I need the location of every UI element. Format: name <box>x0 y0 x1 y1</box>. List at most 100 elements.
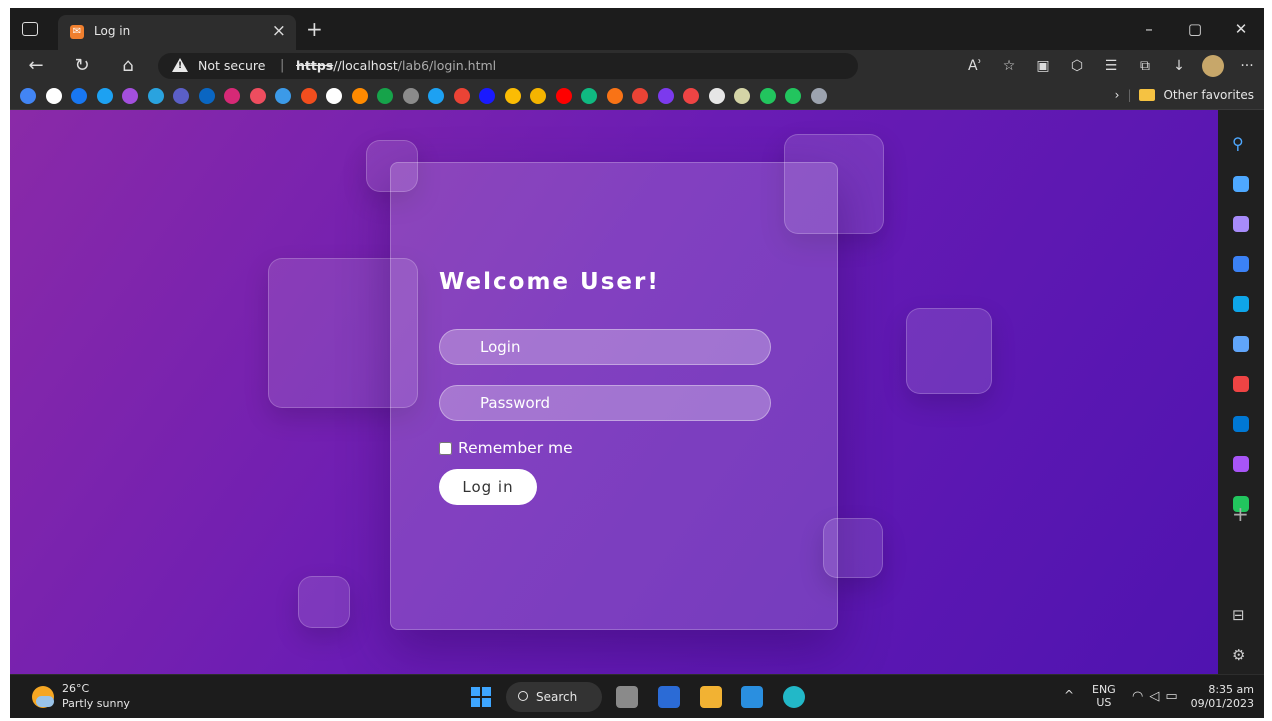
favorite-link-icon[interactable] <box>300 88 317 104</box>
other-favorites-link[interactable]: Other favorites <box>1163 88 1254 102</box>
sidebar-app-icon[interactable] <box>1233 416 1249 432</box>
sidebar-app-icon[interactable] <box>1233 376 1249 392</box>
favorite-link-icon[interactable] <box>530 88 546 104</box>
chevron-right-icon[interactable]: › <box>1115 88 1120 102</box>
favorite-link-icon[interactable] <box>453 88 470 104</box>
file-explorer-icon[interactable] <box>700 686 722 708</box>
favorite-link-icon[interactable] <box>581 88 597 104</box>
profile-avatar[interactable] <box>1202 55 1224 77</box>
favorite-link-icon[interactable] <box>122 88 138 104</box>
sidebar-app-icon[interactable] <box>1233 336 1249 352</box>
url-host: //localhost <box>333 58 398 73</box>
hide-sidebar-icon[interactable]: ⊟ <box>1232 606 1245 624</box>
login-page: Welcome User! Remember me Log in <box>10 110 1218 674</box>
volume-icon[interactable]: ◁ <box>1149 689 1165 704</box>
language-region: US <box>1096 696 1112 709</box>
favorite-link-icon[interactable] <box>479 88 495 104</box>
favorite-link-icon[interactable] <box>249 88 266 104</box>
favorite-link-icon[interactable] <box>555 88 572 104</box>
folder-icon[interactable] <box>1139 89 1156 101</box>
login-button[interactable]: Log in <box>439 469 537 505</box>
password-input[interactable] <box>439 385 771 421</box>
favorite-link-icon[interactable] <box>402 88 419 104</box>
edge-icon[interactable] <box>783 686 805 708</box>
favorite-link-icon[interactable] <box>351 88 368 104</box>
remember-checkbox[interactable] <box>439 441 452 455</box>
favorite-link-icon[interactable] <box>173 88 189 104</box>
favorite-link-icon[interactable] <box>20 88 36 104</box>
sidebar-app-icon[interactable] <box>1233 216 1249 232</box>
taskbar-search[interactable]: Search <box>506 682 602 712</box>
sidebar-app-icon[interactable] <box>1233 456 1249 472</box>
weather-icon[interactable] <box>32 686 54 708</box>
clock[interactable]: 8:35 am 09/01/2023 <box>1191 683 1254 711</box>
favorite-link-icon[interactable] <box>147 88 164 104</box>
warning-icon[interactable] <box>172 58 188 72</box>
address-bar[interactable]: Not secure | https//localhost/lab6/login… <box>158 53 858 79</box>
home-icon[interactable]: ⌂ <box>116 54 140 78</box>
sidebar-settings-icon[interactable]: ⚙ <box>1232 646 1245 664</box>
minimize-icon[interactable]: – <box>1126 8 1172 50</box>
read-aloud-icon[interactable]: Aʾ <box>958 58 992 74</box>
back-icon[interactable]: ← <box>24 54 48 78</box>
favorite-link-icon[interactable] <box>657 88 674 104</box>
favorite-link-icon[interactable] <box>785 88 801 104</box>
close-window-icon[interactable]: ✕ <box>1218 8 1264 50</box>
battery-icon[interactable]: ▭ <box>1165 689 1183 704</box>
favorite-link-icon[interactable] <box>428 88 444 104</box>
show-hidden-icons[interactable]: ^ <box>1064 688 1074 702</box>
start-icon[interactable] <box>471 687 491 707</box>
sidebar-search-icon[interactable]: ⚲ <box>1232 134 1244 153</box>
downloads-icon[interactable]: ↓ <box>1162 58 1196 74</box>
sidebar-app-icon[interactable] <box>1233 176 1249 192</box>
more-menu-icon[interactable]: ··· <box>1230 58 1264 74</box>
favorite-link-icon[interactable] <box>504 88 521 104</box>
extension-notion-icon[interactable]: ▣ <box>1026 58 1060 74</box>
favorite-link-icon[interactable] <box>683 88 699 104</box>
tab-title: Log in <box>94 24 131 38</box>
wifi-icon[interactable]: ◠ <box>1132 689 1149 704</box>
login-input[interactable] <box>439 329 771 365</box>
favorites-icon[interactable]: ☰ <box>1094 58 1128 74</box>
toolbar-actions: Aʾ ☆ ▣ ⬡ ☰ ⧉ ↓ ··· <box>958 50 1264 82</box>
favorite-link-icon[interactable] <box>632 88 648 104</box>
security-label[interactable]: Not secure <box>198 58 265 73</box>
windows-taskbar: 26°C Partly sunny Search ^ ENG US ◠◁▭ 8:… <box>10 674 1264 718</box>
favorite-link-icon[interactable] <box>198 88 215 104</box>
weather-condition[interactable]: Partly sunny <box>62 697 130 710</box>
favorite-link-icon[interactable] <box>708 88 725 104</box>
favorite-link-icon[interactable] <box>45 88 62 104</box>
add-sidebar-app-icon[interactable]: + <box>1232 502 1249 526</box>
system-tray-icons[interactable]: ◠◁▭ <box>1132 689 1184 704</box>
favorite-link-icon[interactable] <box>96 88 113 104</box>
word-icon[interactable] <box>658 686 680 708</box>
favorite-link-icon[interactable] <box>224 88 240 104</box>
favorite-link-icon[interactable] <box>71 88 87 104</box>
add-favorite-icon[interactable]: ☆ <box>992 58 1026 74</box>
sidebar-app-icon[interactable] <box>1233 256 1249 272</box>
favorite-link-icon[interactable] <box>606 88 623 104</box>
restore-icon[interactable]: ▢ <box>1172 8 1218 50</box>
language-indicator[interactable]: ENG US <box>1092 683 1116 709</box>
divider: | <box>1127 88 1132 102</box>
refresh-icon[interactable]: ↻ <box>70 54 94 78</box>
remember-me[interactable]: Remember me <box>439 439 573 457</box>
favorite-link-icon[interactable] <box>377 88 393 104</box>
vscode-icon[interactable] <box>741 686 763 708</box>
task-view-icon[interactable] <box>616 686 638 708</box>
favorite-link-icon[interactable] <box>759 88 776 104</box>
favorite-link-icon[interactable] <box>810 88 827 104</box>
favorite-link-icon[interactable] <box>275 88 291 104</box>
tab-login[interactable]: ✉ Log in × <box>58 15 296 50</box>
new-tab-icon[interactable]: + <box>306 17 323 41</box>
tab-actions-icon[interactable] <box>22 22 38 36</box>
close-tab-icon[interactable]: × <box>272 21 286 41</box>
favorite-link-icon[interactable] <box>734 88 750 104</box>
weather-temperature[interactable]: 26°C <box>62 682 89 695</box>
extensions-icon[interactable]: ⬡ <box>1060 58 1094 74</box>
collections-icon[interactable]: ⧉ <box>1128 58 1162 74</box>
sidebar-app-icon[interactable] <box>1233 296 1249 312</box>
favorite-link-icon[interactable] <box>326 88 342 104</box>
decorative-square <box>298 576 350 628</box>
url-text[interactable]: https//localhost/lab6/login.html <box>296 58 496 73</box>
